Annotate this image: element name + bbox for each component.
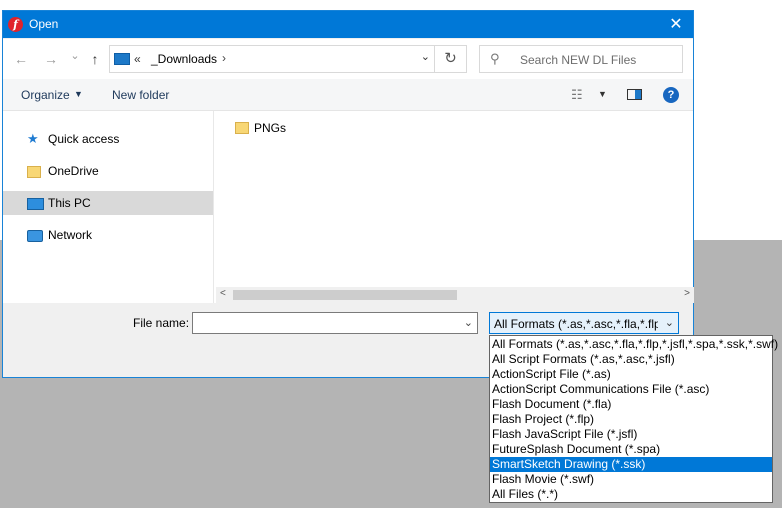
sidebar-item-network[interactable]: Network xyxy=(3,223,213,247)
file-name-label: File name: xyxy=(133,316,190,330)
file-type-option[interactable]: Flash Movie (*.swf) xyxy=(490,472,772,487)
file-type-option[interactable]: ActionScript Communications File (*.asc) xyxy=(490,382,772,397)
title-bar[interactable]: f Open ✕ xyxy=(3,11,693,38)
search-placeholder: Search NEW DL Files xyxy=(520,53,637,67)
pane-divider[interactable] xyxy=(213,111,214,303)
sidebar-item-label: OneDrive xyxy=(48,164,99,178)
address-dropdown-button[interactable]: ⌄ xyxy=(421,50,430,63)
address-bar[interactable]: « _Downloads › ⌄ xyxy=(109,45,435,73)
file-type-dropdown-list: All Formats (*.as,*.asc,*.fla,*.flp,*.js… xyxy=(489,335,778,503)
address-separator[interactable]: › xyxy=(222,51,226,65)
open-dialog: f Open ✕ ← → ⌄ ↑ « _Downloads › ⌄ ↻ ⚲ Se… xyxy=(2,10,694,378)
organize-button[interactable]: Organize xyxy=(21,88,70,102)
window-title: Open xyxy=(29,17,59,31)
computer-icon xyxy=(27,198,44,210)
file-type-option[interactable]: ActionScript File (*.as) xyxy=(490,367,772,382)
file-type-option[interactable]: FutureSplash Document (*.spa) xyxy=(490,442,772,457)
search-input[interactable]: ⚲ Search NEW DL Files xyxy=(479,45,683,73)
new-folder-button[interactable]: New folder xyxy=(112,88,169,102)
file-name-dropdown-icon[interactable]: ⌄ xyxy=(464,316,473,329)
close-button[interactable]: ✕ xyxy=(659,11,693,38)
recent-locations-button[interactable]: ⌄ xyxy=(65,46,85,66)
file-type-option[interactable]: All Files (*.*) xyxy=(490,487,772,502)
backdrop-top xyxy=(696,0,782,240)
search-icon: ⚲ xyxy=(490,51,500,66)
file-type-option[interactable]: All Formats (*.as,*.asc,*.fla,*.flp,*.js… xyxy=(490,337,778,352)
file-type-option[interactable]: Flash Project (*.flp) xyxy=(490,412,772,427)
file-type-option[interactable]: Flash JavaScript File (*.jsfl) xyxy=(490,427,772,442)
forward-button[interactable]: → xyxy=(41,49,61,69)
organize-caret-icon[interactable]: ▼ xyxy=(74,89,83,99)
view-caret-icon[interactable]: ▼ xyxy=(598,89,607,99)
up-button[interactable]: ↑ xyxy=(85,49,105,69)
content-area: ★ Quick access OneDrive This PC Network … xyxy=(3,111,694,303)
file-type-option-highlighted[interactable]: SmartSketch Drawing (*.ssk) xyxy=(490,457,772,472)
back-button[interactable]: ← xyxy=(11,49,31,69)
star-icon: ★ xyxy=(27,131,39,146)
file-type-selected: All Formats (*.as,*.asc,*.fla,*.flp, xyxy=(494,317,658,331)
folder-icon xyxy=(235,122,249,134)
chevron-down-icon[interactable]: ⌄ xyxy=(665,316,674,329)
sidebar-item-label: This PC xyxy=(48,196,91,210)
sidebar-item-this-pc[interactable]: This PC xyxy=(3,191,213,215)
refresh-button[interactable]: ↻ xyxy=(435,45,467,73)
file-type-option[interactable]: All Script Formats (*.as,*.asc,*.jsfl) xyxy=(490,352,772,367)
folder-icon xyxy=(27,166,41,178)
view-options-icon[interactable]: ☷ xyxy=(571,87,583,103)
file-type-select[interactable]: All Formats (*.as,*.asc,*.fla,*.flp, ⌄ xyxy=(489,312,679,334)
file-name-input[interactable]: ⌄ xyxy=(192,312,478,334)
scroll-left-button[interactable]: < xyxy=(220,288,226,299)
preview-pane-icon[interactable] xyxy=(627,89,642,100)
help-icon[interactable]: ? xyxy=(663,87,679,103)
sidebar-item-quick-access[interactable]: ★ Quick access xyxy=(3,127,213,151)
horizontal-scrollbar[interactable]: < > xyxy=(216,287,694,303)
command-toolbar: Organize ▼ New folder ☷ ▼ ? xyxy=(3,79,693,111)
scrollbar-thumb[interactable] xyxy=(233,290,457,300)
address-chevrons[interactable]: « xyxy=(134,52,141,66)
file-type-option[interactable]: Flash Document (*.fla) xyxy=(490,397,772,412)
navigation-bar: ← → ⌄ ↑ « _Downloads › ⌄ ↻ ⚲ Search NEW … xyxy=(3,39,693,79)
sidebar-item-label: Network xyxy=(48,228,93,242)
navigation-pane: ★ Quick access OneDrive This PC Network xyxy=(3,111,213,303)
address-path[interactable]: _Downloads xyxy=(151,52,217,66)
computer-icon xyxy=(114,53,130,65)
sidebar-item-onedrive[interactable]: OneDrive xyxy=(3,159,213,183)
network-icon xyxy=(27,230,43,242)
scroll-right-button[interactable]: > xyxy=(684,288,690,299)
file-item-label: PNGs xyxy=(254,121,287,135)
flash-icon: f xyxy=(8,17,23,32)
sidebar-item-label: Quick access xyxy=(48,132,120,146)
